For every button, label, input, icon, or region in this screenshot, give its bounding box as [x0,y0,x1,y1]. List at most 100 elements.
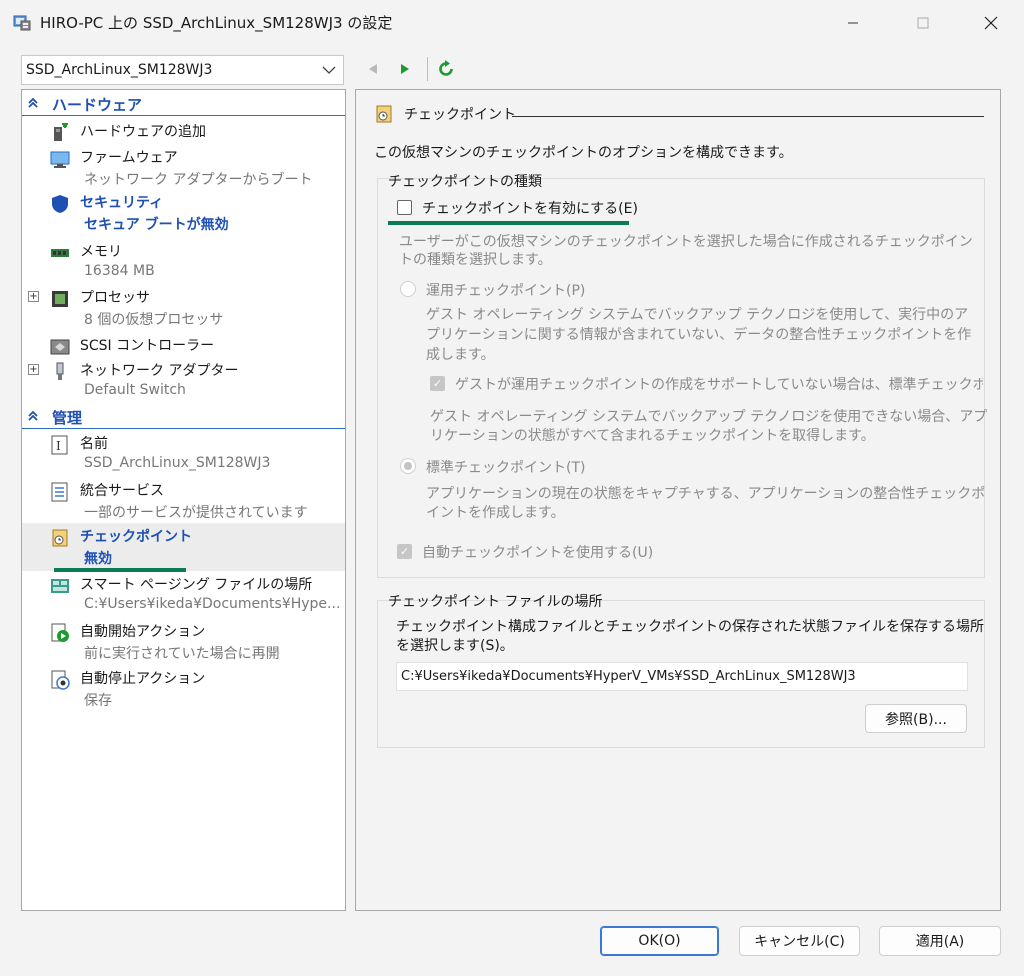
standard-checkpoint-label[interactable]: 標準チェックポイント(T) [426,457,585,477]
maximize-icon [917,17,929,29]
nav-item-auto-start[interactable]: 自動開始アクション 前に実行されていた場合に再開 [22,621,345,667]
nav-item-scsi-controller[interactable]: SCSI コントローラー [22,335,345,359]
auto-start-icon [51,623,69,642]
forward-arrow-icon [401,64,409,74]
refresh-button[interactable] [435,58,457,80]
smart-paging-icon [51,579,69,593]
production-checkpoint-radio[interactable] [400,281,416,297]
title-bar: HIRO-PC 上の SSD_ArchLinux_SM128WJ3 の設定 [0,0,1024,46]
chevron-down-icon [322,66,336,74]
checkpoint-type-group-title: チェックポイントの種類 [388,174,542,190]
nav-item-label: チェックポイント [80,529,192,545]
enable-checkpoints-checkbox[interactable] [397,200,412,215]
enable-checkpoints-label[interactable]: チェックポイントを有効にする(E) [422,198,638,218]
browse-button[interactable]: 参照(B)... [865,704,967,733]
nav-item-sub: ネットワーク アダプターからブート [84,172,313,188]
nav-item-label: 自動開始アクション [80,624,206,640]
checkpoint-location-group-title: チェックポイント ファイルの場所 [388,594,603,610]
nav-item-name[interactable]: I 名前 SSD_ArchLinux_SM128WJ3 [22,433,345,479]
section-divider [512,116,984,117]
refresh-icon [439,60,453,76]
expand-icon[interactable]: + [28,291,39,302]
name-icon: I [51,435,68,455]
fallback-standard-checkbox[interactable]: ✓ [430,376,445,391]
close-button[interactable] [968,0,1014,46]
apply-button[interactable]: 適用(A) [879,926,1001,956]
close-icon [984,16,998,30]
nav-item-label: 統合サービス [80,483,164,499]
nav-item-label: ネットワーク アダプター [80,363,239,379]
category-management-label: 管理 [52,409,83,427]
checkpoint-path-value: C:¥Users¥ikeda¥Documents¥HyperV_VMs¥SSD_… [401,669,856,684]
production-checkpoint-label[interactable]: 運用チェックポイント(P) [426,280,585,300]
nav-item-sub: 16384 MB [84,263,155,279]
nav-item-memory[interactable]: メモリ 16384 MB [22,241,345,287]
nav-item-checkpoints[interactable]: チェックポイント 無効 [22,526,345,572]
type-hint-line1: ユーザーがこの仮想マシンのチェックポイントを選択した場合に作成されるチェックポイ… [399,234,973,250]
location-desc-line2: を選択します(S)。 [396,638,514,654]
add-hardware-icon [54,123,68,141]
nav-item-processor[interactable]: + プロセッサ 8 個の仮想プロセッサ [22,287,345,333]
window-title: HIRO-PC 上の SSD_ArchLinux_SM128WJ3 の設定 [40,14,393,32]
memory-icon [51,249,69,257]
forward-button[interactable] [394,58,416,80]
production-desc-line2: プリケーションに関する情報が含まれていない、データの整合性チェックポイントを作 [426,327,972,343]
checkpoint-settings-panel: チェックポイント この仮想マシンのチェックポイントのオプションを構成できます。 … [355,89,1001,911]
nav-item-sub: セキュア ブートが無効 [84,217,229,233]
fallback-desc-line2: リケーションの状態がすべて含まれるチェックポイントを取得します。 [430,428,875,444]
toolbar-separator [427,57,428,81]
processor-icon [52,291,68,307]
annotation-highlight-line [54,568,186,572]
nav-item-integration-services[interactable]: 統合サービス 一部のサービスが提供されています [22,480,345,526]
collapse-icon [22,410,44,425]
vm-selector-value: SSD_ArchLinux_SM128WJ3 [26,62,213,78]
nav-item-label: 自動停止アクション [80,671,206,687]
nav-item-auto-stop[interactable]: 自動停止アクション 保存 [22,668,345,714]
nav-item-network-adapter[interactable]: + ネットワーク アダプター Default Switch [22,360,345,406]
category-management[interactable]: 管理 [22,407,345,429]
maximize-button[interactable] [900,0,946,46]
auto-checkpoint-checkbox[interactable]: ✓ [397,544,412,559]
collapse-icon [22,97,44,112]
standard-desc-line2: イントを作成します。 [426,505,565,521]
expand-icon[interactable]: + [28,364,39,375]
fallback-desc-line1: ゲスト オペレーティング システムでバックアップ テクノロジを使用できない場合、… [430,409,988,425]
nav-item-label: 名前 [80,436,108,452]
standard-checkpoint-radio[interactable] [400,458,416,474]
vm-settings-icon [13,15,31,31]
nav-item-add-hardware[interactable]: ハードウェアの追加 [22,121,345,145]
category-hardware[interactable]: ハードウェア [22,94,345,116]
nav-item-label: ハードウェアの追加 [80,124,206,140]
section-title: チェックポイント [404,107,516,123]
nav-item-security[interactable]: セキュリティ セキュア ブートが無効 [22,192,345,238]
cancel-button[interactable]: キャンセル(C) [739,926,860,956]
settings-nav-pane: ハードウェア ハードウェアの追加 ファームウェア ネットワーク アダプターからブ… [21,89,346,911]
ok-button[interactable]: OK(O) [600,926,719,956]
nav-item-sub: 一部のサービスが提供されています [84,505,308,521]
nav-item-label: SCSI コントローラー [80,338,215,354]
production-desc-line1: ゲスト オペレーティング システムでバックアップ テクノロジを使用して、実行中の… [426,307,969,323]
shield-icon [52,195,68,213]
checkpoint-path-input[interactable]: C:¥Users¥ikeda¥Documents¥HyperV_VMs¥SSD_… [396,662,968,691]
back-button[interactable] [362,58,384,80]
auto-stop-icon [51,670,70,690]
back-arrow-icon [369,64,377,74]
type-hint-line2: トの種類を選択します。 [399,252,552,268]
checkpoint-icon [376,105,392,123]
vm-selector[interactable]: SSD_ArchLinux_SM128WJ3 [21,55,344,85]
minimize-button[interactable] [830,0,876,46]
annotation-highlight-line [388,221,629,225]
fallback-standard-label[interactable]: ゲストが運用チェックポイントの作成をサポートしていない場合は、標準チェックポイ [455,374,983,394]
checkpoint-icon [52,529,68,547]
nav-item-sub: C:¥Users¥ikeda¥Documents¥Hype... [84,596,341,612]
nav-item-label: プロセッサ [80,290,150,306]
auto-checkpoint-label[interactable]: 自動チェックポイントを使用する(U) [422,542,653,562]
integration-services-icon [51,482,68,502]
nav-item-sub: 保存 [84,693,112,709]
nav-item-label: スマート ページング ファイルの場所 [80,577,313,593]
panel-description: この仮想マシンのチェックポイントのオプションを構成できます。 [374,145,793,161]
nav-item-firmware[interactable]: ファームウェア ネットワーク アダプターからブート [22,147,345,193]
nav-item-smart-paging[interactable]: スマート ページング ファイルの場所 C:¥Users¥ikeda¥Docume… [22,574,345,620]
nav-item-sub: Default Switch [84,382,186,398]
nav-item-sub: 前に実行されていた場合に再開 [84,646,280,662]
